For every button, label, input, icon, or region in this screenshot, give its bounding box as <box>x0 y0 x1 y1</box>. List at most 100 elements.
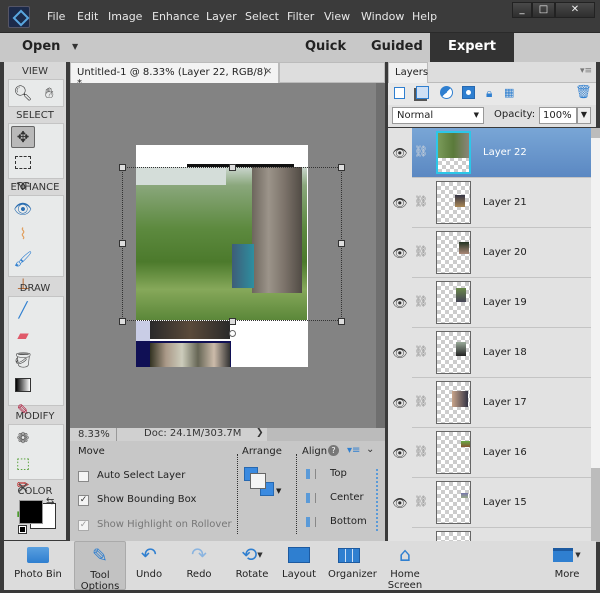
canvas-vertical-scrollbar[interactable] <box>376 83 385 428</box>
move-tool-icon[interactable]: ✥ <box>11 126 35 148</box>
minimize-button[interactable]: _ <box>512 2 532 18</box>
visibility-eye-icon[interactable]: 👁︎ <box>388 228 412 278</box>
crop-tool-icon[interactable]: ❁ <box>11 427 35 449</box>
layer-row[interactable]: 👁︎ ⛓︎ Layer 16 <box>388 428 591 478</box>
layer-row-partial[interactable] <box>388 528 591 542</box>
help-icon[interactable]: ? <box>328 445 339 456</box>
align-bottom-button[interactable]: Bottom <box>330 516 367 527</box>
menu-layer[interactable]: Layer <box>206 10 237 23</box>
visibility-eye-icon[interactable]: 👁︎ <box>388 178 412 228</box>
new-group-icon[interactable] <box>416 86 429 99</box>
visibility-eye-icon[interactable]: 👁︎ <box>388 328 412 378</box>
adjustment-layer-icon[interactable] <box>440 86 453 99</box>
bbox-handle-bottom-right[interactable] <box>338 318 345 325</box>
layers-panel-menu-icon[interactable]: ▾≡ <box>580 66 592 76</box>
menu-enhance[interactable]: Enhance <box>152 10 199 23</box>
organizer-button[interactable]: Organizer <box>328 541 377 590</box>
link-icon[interactable]: ⛓︎ <box>414 395 428 408</box>
visibility-eye-icon[interactable]: 👁︎ <box>388 428 412 478</box>
eraser-tool-icon[interactable]: ▰ <box>11 324 35 346</box>
link-icon[interactable]: ⛓︎ <box>414 195 428 208</box>
auto-select-layer-checkbox[interactable] <box>78 471 89 482</box>
layers-tab[interactable]: Layers <box>388 62 428 83</box>
bbox-handle-bottom-left[interactable] <box>119 318 126 325</box>
home-screen-button[interactable]: ⌂ Home Screen <box>374 541 436 591</box>
menu-filter[interactable]: Filter <box>287 10 314 23</box>
align-top-button[interactable]: Top <box>330 468 347 479</box>
layer-row[interactable]: 👁︎ ⛓︎ Layer 18 <box>388 328 591 378</box>
healing-brush-tool-icon[interactable]: ⌇ <box>11 223 35 245</box>
open-button[interactable]: Open <box>22 39 60 54</box>
link-icon[interactable]: ⛓︎ <box>414 345 428 358</box>
tool-options-button[interactable]: ✎ Tool Options <box>74 541 126 592</box>
link-icon[interactable]: ⛓︎ <box>414 145 428 158</box>
redo-button[interactable]: ↷ Redo <box>184 541 214 590</box>
canvas-horizontal-scrollbar[interactable] <box>267 428 385 441</box>
bounding-box[interactable] <box>122 167 342 321</box>
open-dropdown-icon[interactable]: ▼ <box>72 42 78 51</box>
brush-tool-icon[interactable]: ╱ <box>11 299 35 321</box>
layer-row[interactable]: 👁︎ ⛓︎ Layer 22 <box>388 128 591 178</box>
maximize-button[interactable]: □ <box>532 2 555 18</box>
visibility-eye-icon[interactable]: 👁︎ <box>388 278 412 328</box>
collapse-chevron-icon[interactable]: ⌄ <box>366 444 374 455</box>
delete-layer-icon[interactable]: 🗑︎ <box>575 85 592 100</box>
visibility-eye-icon[interactable]: 👁︎ <box>388 128 412 178</box>
show-highlight-checkbox[interactable]: ✓ <box>78 520 89 531</box>
swap-colors-icon[interactable]: ⇆ <box>46 496 54 507</box>
rotate-handle[interactable] <box>229 330 236 337</box>
bbox-handle-bottom[interactable] <box>229 318 236 325</box>
lock-all-icon[interactable]: 🔒︎ <box>486 86 492 101</box>
bbox-handle-right[interactable] <box>338 240 345 247</box>
layer-row[interactable]: 👁︎ ⛓︎ Layer 21 <box>388 178 591 228</box>
show-bounding-box-checkbox[interactable]: ✓ <box>78 495 89 506</box>
align-center-button[interactable]: Center <box>330 492 364 503</box>
blend-mode-dropdown[interactable]: Normal ▼ <box>392 107 484 124</box>
zoom-tool-icon[interactable]: 🔍︎ <box>11 82 35 104</box>
opacity-slider-button[interactable]: ▼ <box>577 107 591 124</box>
zoom-level[interactable]: 8.33% <box>78 429 110 440</box>
layer-row[interactable]: 👁︎ ⛓︎ Layer 15 <box>388 478 591 528</box>
panel-menu-icon[interactable]: ▾≡ <box>347 445 360 456</box>
bbox-handle-top[interactable] <box>229 164 236 171</box>
layer-row[interactable]: 👁︎ ⛓︎ Layer 20 <box>388 228 591 278</box>
undo-button[interactable]: ↶ Undo <box>134 541 164 590</box>
status-menu-arrow-icon[interactable]: ❯ <box>256 428 264 438</box>
smart-brush-tool-icon[interactable]: 🖌︎ <box>11 248 35 270</box>
menu-help[interactable]: Help <box>412 10 437 23</box>
layers-scrollbar[interactable] <box>591 128 600 542</box>
menu-window[interactable]: Window <box>361 10 404 23</box>
visibility-eye-icon[interactable]: 👁︎ <box>388 378 412 428</box>
arrange-button[interactable]: ▼ <box>244 467 281 499</box>
mode-quick[interactable]: Quick <box>305 39 346 54</box>
visibility-eye-icon[interactable]: 👁︎ <box>388 478 412 528</box>
bbox-handle-top-left[interactable] <box>119 164 126 171</box>
foreground-color-swatch[interactable] <box>19 500 43 524</box>
red-eye-tool-icon[interactable]: 👁︎ <box>11 198 35 220</box>
marquee-tool-icon[interactable] <box>11 151 35 173</box>
link-icon[interactable]: ⛓︎ <box>414 245 428 258</box>
menu-image[interactable]: Image <box>108 10 142 23</box>
mode-guided[interactable]: Guided <box>371 39 423 54</box>
lock-transparent-icon[interactable]: ▦ <box>504 86 514 99</box>
link-icon[interactable]: ⛓︎ <box>414 495 428 508</box>
link-icon[interactable]: ⛓︎ <box>414 445 428 458</box>
new-layer-icon[interactable] <box>394 87 405 99</box>
layer-mask-icon[interactable] <box>462 86 475 99</box>
close-tab-icon[interactable]: ✕ <box>264 67 272 77</box>
photo-bin-button[interactable]: Photo Bin <box>10 541 66 590</box>
bbox-handle-top-right[interactable] <box>338 164 345 171</box>
more-button[interactable]: ▼ More <box>552 541 582 590</box>
layer-row[interactable]: 👁︎ ⛓︎ Layer 19 <box>388 278 591 328</box>
layer-row[interactable]: 👁︎ ⛓︎ Layer 17 <box>388 378 591 428</box>
menu-select[interactable]: Select <box>245 10 279 23</box>
paint-bucket-tool-icon[interactable]: 🪣︎ <box>11 349 35 371</box>
layers-scroll-thumb[interactable] <box>591 138 600 468</box>
default-colors-icon[interactable] <box>18 525 27 534</box>
gradient-tool-icon[interactable] <box>11 374 35 396</box>
close-button[interactable]: ✕ <box>555 2 595 18</box>
menu-file[interactable]: File <box>47 10 65 23</box>
opacity-input[interactable]: 100% <box>539 107 577 124</box>
recompose-tool-icon[interactable]: ⬚ <box>11 452 35 474</box>
align-more-icons[interactable] <box>376 469 380 531</box>
